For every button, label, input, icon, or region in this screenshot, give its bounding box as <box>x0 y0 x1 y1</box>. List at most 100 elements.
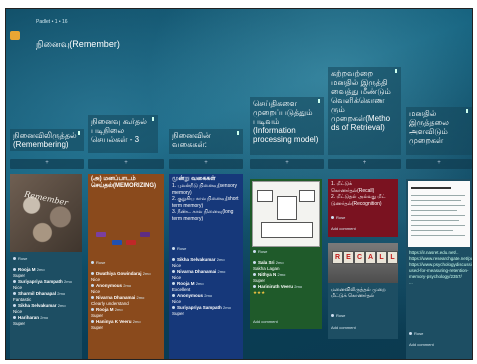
diagram-box <box>299 190 315 202</box>
add-post-button[interactable]: + <box>88 159 164 169</box>
avatar <box>409 332 412 336</box>
add-comment-link[interactable]: Add comment <box>331 325 356 330</box>
more-options-icon[interactable] <box>152 117 156 121</box>
column-header-retrieval[interactable]: கற்றவற்றை மனதில் இருத்தி வைத்து மீண்டும்… <box>328 67 401 155</box>
more-options-icon[interactable] <box>395 69 399 73</box>
comment-list: Sala Sri 2mo Sakha Lagan Nithya N 2mo Supe… <box>250 259 322 297</box>
post-author: Rose <box>13 256 27 261</box>
post-card-memory-types[interactable]: மூன்று வகைகள் 1. புலன்நீடு நினைவு(sensor… <box>169 174 243 359</box>
comment: Rooja M 2mo Super <box>91 307 123 318</box>
plus-icon: + <box>362 160 367 166</box>
link[interactable]: https://www.psychologydiscussion.net/lea… <box>409 262 472 280</box>
board-header: Padlet • 1 • 16 நினைவு(Remember) <box>6 9 472 57</box>
comment: Dwathiya Gowindaraj 2mo Nice <box>91 271 151 282</box>
comment: Suriyapriya Sampath 2mo Super <box>172 305 231 316</box>
recall-letter-tile: R <box>332 251 343 264</box>
column-title: நினைவு கூர்தல் படிநிலை செயல்கள் - 3 <box>91 117 147 144</box>
avatar <box>91 284 94 288</box>
post-author: Rose <box>91 260 105 265</box>
add-post-button[interactable]: + <box>250 159 324 169</box>
doc-line <box>411 187 451 189</box>
slide-block <box>96 232 106 237</box>
post-title: மூன்று வகைகள் <box>172 176 216 182</box>
slide-block <box>140 232 150 237</box>
doc-line <box>411 195 465 196</box>
more-options-icon[interactable] <box>466 109 470 113</box>
comment: Sikha Selvakumar 2mo Nice <box>13 303 66 314</box>
avatar <box>13 268 16 272</box>
more-options-icon[interactable] <box>237 131 241 135</box>
column-header-recall-steps[interactable]: நினைவு கூர்தல் படிநிலை செயல்கள் - 3 <box>88 115 158 153</box>
recall-letter-tile: C <box>354 251 365 264</box>
column-header-measuring[interactable]: மனதில் இருத்தலை அளவிடும் முறைகள் <box>406 107 472 155</box>
padlet-board: Padlet • 1 • 16 நினைவு(Remember) நினைவில… <box>5 8 473 360</box>
avatar <box>13 316 16 320</box>
column-header-memory-types[interactable]: நினைவின் வகைகள்: <box>169 129 243 154</box>
link[interactable]: ... <box>409 280 469 286</box>
column-header-info-processing[interactable]: செய்திகளை முறைப்படுத்தும் படிவம் (Inform… <box>250 97 324 155</box>
post-card-recall-image[interactable]: RECALL மனைவிலிருத்தல் முறை மீட்டுக் கொணர… <box>328 243 398 339</box>
column-header-remembering[interactable]: நினைவிலிருத்தல் (Remembering) <box>10 129 84 151</box>
post-card-info-processing[interactable]: Rose Sala Sri 2mo Sakha Lagan Nithya N 2m… <box>250 179 322 329</box>
avatar <box>172 306 175 310</box>
diagram-box <box>257 190 273 202</box>
comment-list: Dwathiya Gowindaraj 2mo Nice Anonymous 2m… <box>88 270 164 332</box>
avatar <box>172 247 175 251</box>
post-line: 2. குறுகிய கால நினைவு(short term memory) <box>172 196 239 209</box>
post-author: Rose <box>331 313 345 318</box>
comment: Nivarna Dhanamai 2mo Nice <box>172 269 226 280</box>
avatar <box>253 250 256 254</box>
avatar <box>172 270 175 274</box>
board-title: நினைவு(Remember) <box>36 39 120 49</box>
comment: Nivarna Dhanamai 2mo Clearly understand <box>91 295 145 306</box>
add-comment-link[interactable]: Add comment <box>409 342 434 347</box>
post-card-retrieval-methods[interactable]: 1. மீட்டுக் கொணர்தல்(Recall) 2. மீட்டுதல… <box>328 179 398 237</box>
post-line: 2. மீட்டுதல் அல்லது மீட் டுணர்தல்(Recogn… <box>331 194 386 207</box>
avatar <box>331 314 334 318</box>
post-line: 1. புலன்நீடு நினைவு(sensory memory) <box>172 183 238 196</box>
add-post-button[interactable]: + <box>406 159 472 169</box>
doc-line <box>411 215 465 216</box>
plus-icon: + <box>124 160 128 166</box>
board-subtitle: Padlet • 1 • 16 <box>36 19 68 25</box>
recall-letter-tile: A <box>365 251 376 264</box>
doc-line <box>411 220 459 221</box>
diagram-box <box>277 196 297 220</box>
link-list: https://ir.nasret.edu.net/.. https://www… <box>406 249 472 287</box>
add-comment-link[interactable]: Add comment <box>253 319 278 324</box>
comment: Rooja M 2mo Super <box>13 267 45 278</box>
add-comment-link[interactable]: Add comment <box>331 226 356 231</box>
avatar <box>172 282 175 286</box>
doc-line <box>411 235 465 236</box>
comment: Sala Sri 2mo Sakha Lagan <box>253 260 284 271</box>
diagram-box <box>261 222 313 238</box>
post-card-measuring-methods[interactable]: https://ir.nasret.edu.net/.. https://www… <box>406 179 472 359</box>
avatar <box>13 292 16 296</box>
post-card-remember-image[interactable]: Remember Rose Rooja M 2mo Super Suriyapri… <box>10 174 82 359</box>
post-author: Rose <box>331 215 345 220</box>
post-card-memorizing[interactable]: (அ) மனப்பாடம் செய்தல்(MEMORIZING) Rose D… <box>88 174 164 359</box>
comment: Hariharan 2mo Super <box>13 315 49 326</box>
comment: Hariniruth Veeru 2mo ★★★ <box>253 284 303 295</box>
comment: Anonymous 2mo Nice <box>91 283 132 294</box>
more-options-icon[interactable] <box>78 131 82 135</box>
post-author: Rose <box>253 249 267 254</box>
avatar <box>13 304 16 308</box>
post-caption: மனைவிலிருத்தல் முறை மீட்டுக் கொணர்தல் <box>331 287 386 299</box>
add-post-button[interactable]: + <box>169 159 243 169</box>
more-options-icon[interactable] <box>318 99 322 103</box>
doc-line <box>411 230 453 231</box>
avatar <box>253 285 256 289</box>
avatar <box>253 261 256 265</box>
column-title: மனதில் இருத்தலை அளவிடும் முறைகள் <box>409 109 449 145</box>
post-author: Rose <box>409 331 423 336</box>
add-post-button[interactable]: + <box>328 159 401 169</box>
comment: Anonymous 2mo Nice <box>172 293 213 304</box>
avatar <box>91 296 94 300</box>
recall-letter-tile: E <box>343 251 354 264</box>
comment: Sikha Selvakumar 2mo Nice <box>172 257 225 268</box>
comment-list: Sikha Selvakumar 2mo Nice Nivarna Dhanama… <box>169 256 243 318</box>
add-post-button[interactable]: + <box>10 159 84 169</box>
post-line: 3. நீண்ட கால நினைவு(long term memory) <box>172 209 234 222</box>
doc-line <box>411 205 465 206</box>
